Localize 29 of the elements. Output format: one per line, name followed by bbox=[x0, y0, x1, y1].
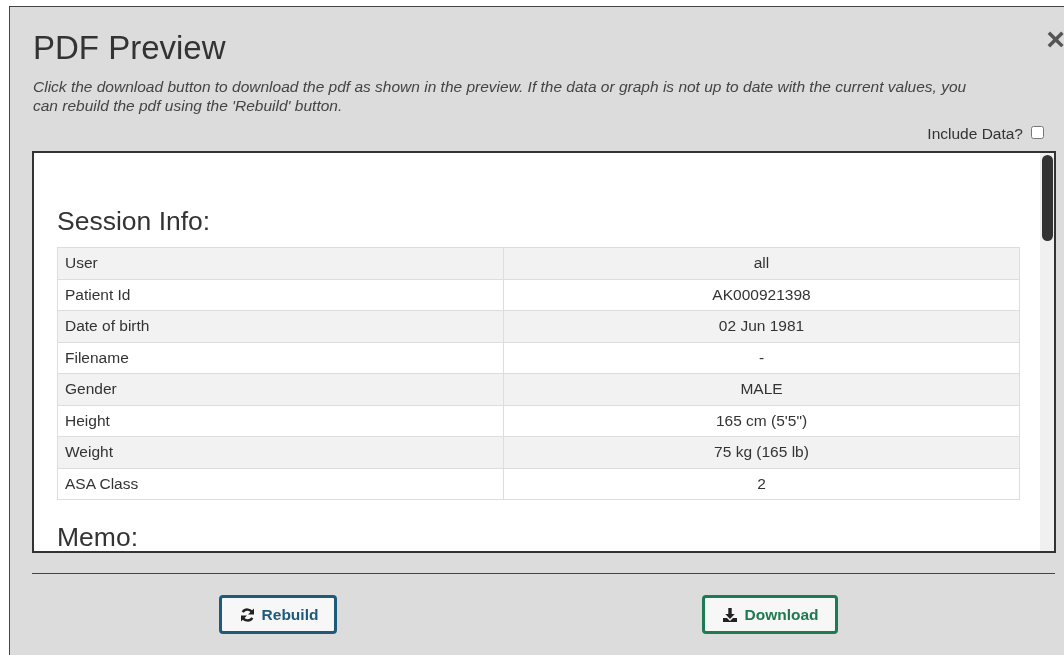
table-cell: Patient Id bbox=[57, 279, 504, 311]
close-button[interactable]: × bbox=[1046, 23, 1064, 55]
scrollbar-thumb[interactable] bbox=[1041, 155, 1053, 241]
table-cell: AK000921398 bbox=[503, 279, 1020, 311]
include-data-checkbox[interactable] bbox=[1031, 125, 1044, 139]
table-cell: 165 cm (5'5") bbox=[503, 405, 1020, 437]
table-cell: Gender bbox=[57, 373, 504, 405]
scrollbar[interactable] bbox=[1040, 153, 1054, 551]
table-cell: - bbox=[503, 342, 1020, 374]
refresh-icon bbox=[238, 606, 256, 623]
table-cell: all bbox=[503, 247, 1020, 279]
table-cell: Height bbox=[57, 405, 504, 437]
dialog-title: PDF Preview bbox=[33, 29, 226, 67]
table-cell: Filename bbox=[57, 342, 504, 374]
table-cell: Date of birth bbox=[57, 310, 504, 342]
table-cell: 2 bbox=[503, 468, 1020, 500]
section-heading: Memo: bbox=[57, 522, 139, 551]
table-cell: Weight bbox=[57, 436, 504, 468]
table-cell: ASA Class bbox=[57, 468, 504, 500]
table-cell: 75 kg (165 lb) bbox=[503, 436, 1020, 468]
download-button[interactable]: Download bbox=[702, 595, 838, 634]
section-heading: Session Info: bbox=[57, 206, 212, 237]
include-data-label: Include Data? bbox=[927, 125, 1023, 143]
rebuild-button[interactable]: Rebuild bbox=[218, 595, 338, 634]
download-icon bbox=[722, 606, 739, 623]
table-cell: 02 Jun 1981 bbox=[503, 310, 1020, 342]
description-text: Click the download button to download the pdf as shown in the preview. If the data or graph is not up to date with the current values, you can rebuild the pdf using the 'Rebuild' button. bbox=[33, 77, 968, 115]
table-cell: MALE bbox=[503, 373, 1020, 405]
table-cell: User bbox=[57, 247, 504, 279]
